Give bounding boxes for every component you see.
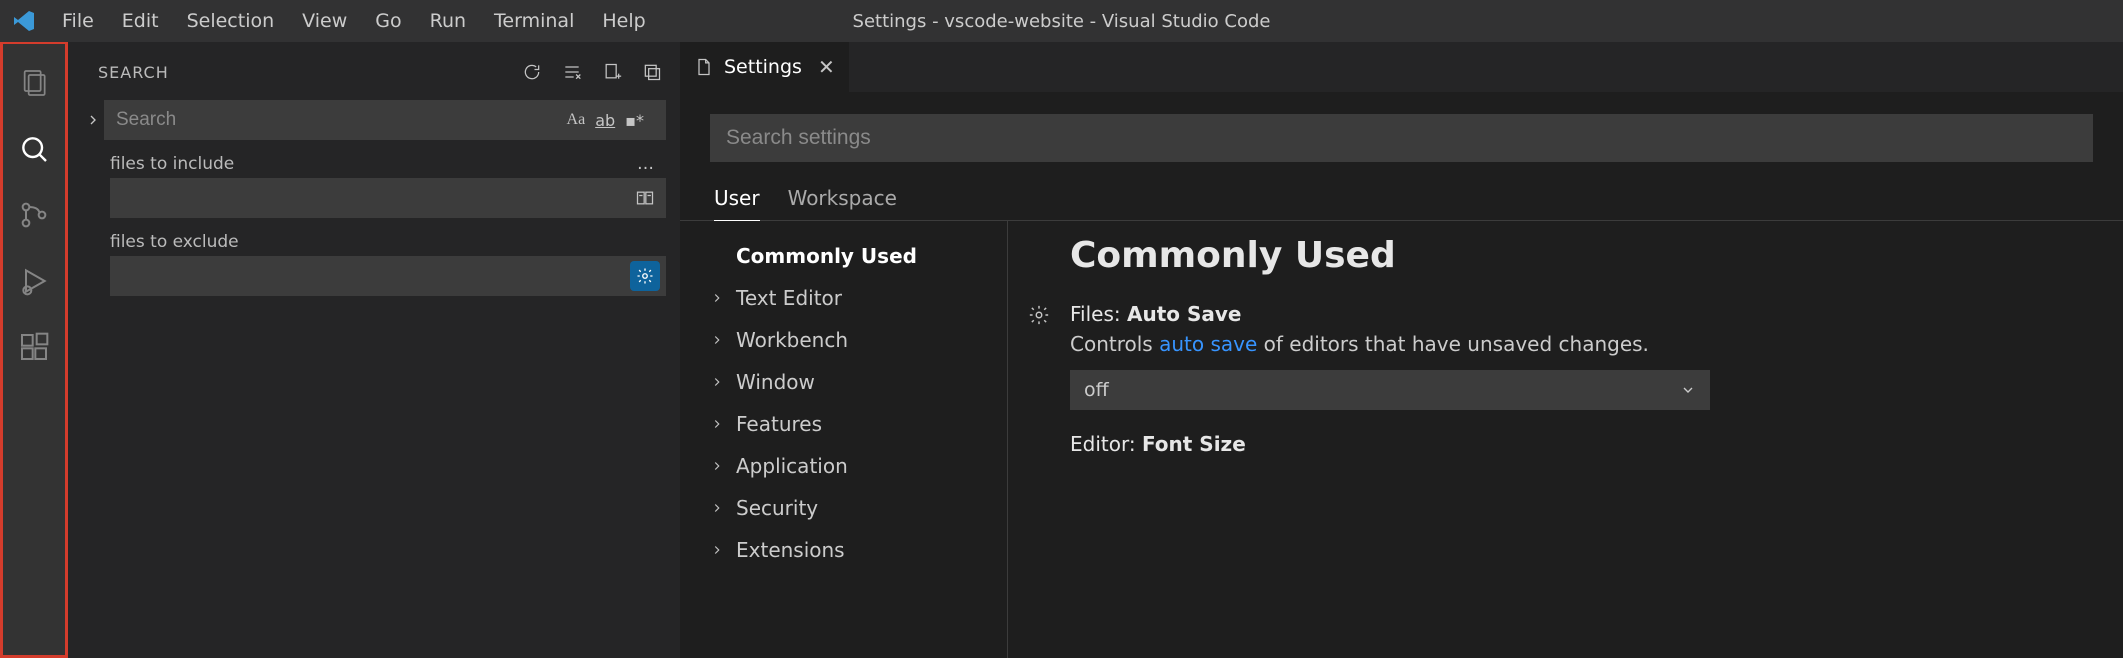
chevron-right-icon [710, 417, 724, 431]
setting-title-name: Auto Save [1127, 302, 1241, 326]
activity-extensions[interactable] [3, 314, 65, 380]
menu-run[interactable]: Run [416, 0, 480, 42]
chevron-down-icon [1680, 382, 1696, 398]
menu-help[interactable]: Help [588, 0, 659, 42]
activity-explorer[interactable] [3, 50, 65, 116]
more-options-icon[interactable]: … [637, 154, 656, 174]
files-to-include-label: files to include [110, 154, 234, 174]
scope-tab-user[interactable]: User [714, 186, 760, 221]
section-title: Commonly Used [1070, 235, 2093, 276]
editor-area: Settings ✕ User Workspace Commonly Used [680, 42, 2123, 658]
activity-source-control[interactable] [3, 182, 65, 248]
files-to-exclude-label: files to exclude [110, 232, 239, 252]
settings-toc: Commonly Used Text Editor Workbench Wind… [680, 221, 1008, 658]
close-icon[interactable]: ✕ [818, 55, 835, 79]
tab-bar: Settings ✕ [680, 42, 2123, 92]
toc-application[interactable]: Application [680, 445, 1007, 487]
select-value: off [1084, 379, 1109, 401]
chevron-right-icon [710, 291, 724, 305]
menubar: File Edit Selection View Go Run Terminal… [48, 0, 660, 42]
chevron-right-icon [710, 501, 724, 515]
new-search-editor-icon[interactable] [600, 60, 624, 84]
toc-extensions[interactable]: Extensions [680, 529, 1007, 571]
toc-workbench[interactable]: Workbench [680, 319, 1007, 361]
files-to-exclude-input[interactable] [110, 256, 666, 296]
toc-window[interactable]: Window [680, 361, 1007, 403]
use-regex-icon[interactable]: ▪* [625, 111, 644, 130]
open-editors-filter-icon[interactable] [630, 183, 660, 213]
setting-description: Controls auto save of editors that have … [1070, 332, 2093, 356]
auto-save-select[interactable]: off [1070, 370, 1710, 410]
setting-title-prefix: Editor: [1070, 432, 1142, 456]
toc-text-editor[interactable]: Text Editor [680, 277, 1007, 319]
setting-title-prefix: Files: [1070, 302, 1127, 326]
activity-run-debug[interactable] [3, 248, 65, 314]
menu-view[interactable]: View [288, 0, 361, 42]
file-icon [694, 57, 714, 77]
toc-features[interactable]: Features [680, 403, 1007, 445]
match-case-icon[interactable]: Aa [567, 111, 586, 129]
toc-security[interactable]: Security [680, 487, 1007, 529]
vscode-logo [0, 9, 48, 33]
activitybar [0, 42, 68, 658]
chevron-right-icon [710, 333, 724, 347]
settings-search-input[interactable] [710, 114, 2093, 162]
chevron-right-icon [710, 375, 724, 389]
setting-title-name: Font Size [1142, 432, 1246, 456]
menu-edit[interactable]: Edit [108, 0, 173, 42]
collapse-all-icon[interactable] [640, 60, 664, 84]
settings-content: Commonly Used Files: Auto Save Controls … [1008, 221, 2123, 658]
menu-file[interactable]: File [48, 0, 108, 42]
titlebar: File Edit Selection View Go Run Terminal… [0, 0, 2123, 42]
auto-save-link[interactable]: auto save [1159, 332, 1257, 356]
activity-search[interactable] [3, 116, 65, 182]
setting-auto-save: Files: Auto Save Controls auto save of e… [1070, 302, 2093, 410]
setting-font-size: Editor: Font Size [1070, 432, 2093, 456]
match-whole-word-icon[interactable]: ab [595, 111, 615, 130]
chevron-right-icon [710, 543, 724, 557]
toggle-search-details-icon[interactable] [82, 112, 104, 128]
toc-commonly-used[interactable]: Commonly Used [680, 235, 1007, 277]
menu-go[interactable]: Go [361, 0, 415, 42]
scope-tab-workspace[interactable]: Workspace [788, 186, 897, 220]
refresh-icon[interactable] [520, 60, 544, 84]
files-to-include-input[interactable] [110, 178, 666, 218]
menu-selection[interactable]: Selection [173, 0, 289, 42]
search-sidebar: SEARCH Aa ab ▪* [68, 42, 680, 658]
window-title: Settings - vscode-website - Visual Studi… [853, 11, 1271, 32]
menu-terminal[interactable]: Terminal [480, 0, 588, 42]
gear-icon[interactable] [1028, 304, 1050, 326]
tab-label: Settings [724, 56, 802, 78]
clear-results-icon[interactable] [560, 60, 584, 84]
use-exclude-settings-icon[interactable] [630, 261, 660, 291]
settings-scope-tabs: User Workspace [680, 162, 2123, 221]
chevron-right-icon [710, 459, 724, 473]
tab-settings[interactable]: Settings ✕ [680, 42, 850, 92]
sidebar-title: SEARCH [98, 63, 169, 82]
